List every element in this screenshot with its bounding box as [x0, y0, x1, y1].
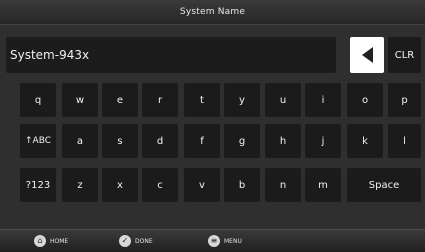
key-i[interactable]: i	[305, 83, 341, 117]
key-label: a	[76, 135, 84, 147]
input-value: System-943x	[10, 48, 90, 62]
key-q[interactable]: q	[20, 83, 56, 117]
clear-button[interactable]: CLR	[388, 37, 421, 73]
key-label: n	[279, 179, 287, 191]
key-label: h	[279, 135, 287, 147]
key-label: m	[318, 179, 328, 191]
key-r[interactable]: r	[142, 83, 178, 117]
key-u[interactable]: u	[265, 83, 301, 117]
key-m[interactable]: m	[305, 168, 341, 202]
key-label: w	[75, 94, 85, 106]
key-h[interactable]: h	[265, 124, 301, 158]
key-f[interactable]: f	[184, 124, 220, 158]
key-label: v	[199, 179, 205, 191]
menu-icon: ≡	[208, 235, 220, 247]
key-label: t	[200, 94, 204, 106]
menu-label: MENU	[224, 237, 242, 245]
key-label: d	[156, 135, 164, 147]
key-label: q	[34, 94, 42, 106]
key-j[interactable]: j	[305, 124, 341, 158]
key-g[interactable]: g	[224, 124, 260, 158]
check-icon: ✓	[119, 235, 131, 247]
key-w[interactable]: w	[62, 83, 98, 117]
key-label: e	[116, 94, 124, 106]
key-label: s	[117, 135, 123, 147]
done-label: DONE	[135, 237, 153, 245]
key-label: u	[279, 94, 287, 106]
key-b[interactable]: b	[224, 168, 260, 202]
home-icon: ⌂	[34, 235, 46, 247]
key-label: i	[321, 94, 325, 106]
done-button[interactable]: ✓ DONE	[119, 234, 153, 248]
key-label: ↑ABC	[25, 136, 51, 146]
key-label: r	[157, 94, 163, 106]
key-label: y	[239, 94, 245, 106]
key-c[interactable]: c	[142, 168, 178, 202]
key-label: g	[238, 135, 246, 147]
key-label: z	[77, 179, 83, 191]
system-name-input[interactable]: System-943x	[6, 37, 336, 73]
key-p[interactable]: p	[388, 83, 421, 117]
key-x[interactable]: x	[102, 168, 138, 202]
key-o[interactable]: o	[347, 83, 383, 117]
title-bar: System Name	[0, 0, 425, 25]
key-label: Space	[368, 179, 400, 191]
key-label: ?123	[25, 179, 51, 191]
space-key[interactable]: Space	[347, 168, 421, 202]
key-label: j	[321, 135, 325, 147]
backspace-button[interactable]	[350, 37, 384, 73]
key-label: o	[361, 94, 369, 106]
home-button[interactable]: ⌂ HOME	[34, 234, 68, 248]
key-label: l	[403, 135, 406, 147]
key-shift-abc[interactable]: ↑ABC	[20, 124, 56, 158]
menu-button[interactable]: ≡ MENU	[208, 234, 242, 248]
key-d[interactable]: d	[142, 124, 178, 158]
key-a[interactable]: a	[62, 124, 98, 158]
key-numbers[interactable]: ?123	[20, 168, 56, 202]
home-label: HOME	[50, 237, 69, 245]
key-label: b	[238, 179, 246, 191]
backspace-triangle-icon	[361, 47, 373, 63]
key-label: f	[200, 135, 204, 147]
key-v[interactable]: v	[184, 168, 220, 202]
key-label: x	[117, 179, 123, 191]
page-title: System Name	[179, 7, 246, 17]
key-label: k	[362, 135, 368, 147]
key-s[interactable]: s	[102, 124, 138, 158]
key-z[interactable]: z	[62, 168, 98, 202]
key-y[interactable]: y	[224, 83, 260, 117]
clear-label: CLR	[394, 49, 415, 61]
bottom-nav-bar: ⌂ HOME ✓ DONE ≡ MENU	[0, 229, 425, 252]
key-label: c	[157, 179, 163, 191]
key-t[interactable]: t	[184, 83, 220, 117]
key-k[interactable]: k	[347, 124, 383, 158]
key-e[interactable]: e	[102, 83, 138, 117]
keyboard-screen: System Name System-943x CLR q w e r t y …	[0, 0, 425, 252]
key-l[interactable]: l	[388, 124, 421, 158]
key-n[interactable]: n	[265, 168, 301, 202]
key-label: p	[401, 94, 408, 106]
